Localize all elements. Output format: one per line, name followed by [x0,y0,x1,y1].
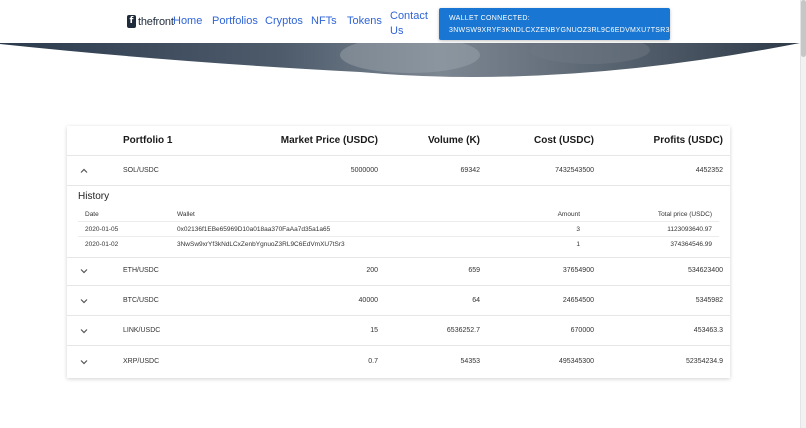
history-row: 2020-01-02 3NwSw9xrYf3kNdLCxZenbYgnuoZ3R… [78,237,719,252]
pair-cell: LINK/USDC [123,327,161,334]
nav-link-home[interactable]: Home [173,15,202,27]
portfolio-table: Portfolio 1 Market Price (USDC) Volume (… [67,126,730,378]
table-row[interactable]: SOL/USDC 5000000 69342 7432543500 445235… [67,156,730,186]
cost-cell: 37654900 [562,267,594,274]
history-total-cell: 374364546.99 [670,241,712,248]
pair-cell: BTC/USDC [123,297,159,304]
market-price-cell: 200 [366,267,378,274]
nav-link-portfolios[interactable]: Portfolios [212,15,258,27]
history-amount-cell: 1 [576,241,580,248]
table-row[interactable]: LINK/USDC 15 6536252.7 670000 453463.3 [67,316,730,346]
logo-text: thefront [138,15,174,28]
history-amount-cell: 3 [576,226,580,233]
volume-cell: 69342 [460,167,480,174]
history-wallet-cell: 0x02136f1EBe65969D10a018aa370FaAa7d35a1a… [177,226,331,233]
chevron-down-icon[interactable] [79,296,89,306]
table-row[interactable]: ETH/USDC 200 659 37654900 534623400 [67,256,730,286]
chevron-up-icon[interactable] [79,166,89,176]
chevron-down-icon[interactable] [79,357,89,367]
history-column-date: Date [85,211,99,218]
page-scrollbar-thumb[interactable] [801,0,806,57]
nav-link-nfts[interactable]: NFTs [311,15,337,27]
profits-cell: 453463.3 [693,327,723,334]
cost-cell: 24654500 [562,297,594,304]
pair-cell: XRP/USDC [123,358,160,365]
market-price-cell: 15 [370,327,378,334]
history-total-cell: 1123093640.97 [667,226,712,233]
history-column-wallet: Wallet [177,211,195,218]
profits-cell: 534623400 [687,267,723,274]
wallet-address: 3NWSW9XRYF3KNDLCXZENBYGNUOZ3RL9C6EDVMXU7… [449,27,670,34]
nav-link-tokens[interactable]: Tokens [347,15,382,27]
chevron-down-icon[interactable] [79,266,89,276]
column-header-portfolio: Portfolio 1 [123,135,173,146]
chevron-down-icon[interactable] [79,326,89,336]
history-header-row: Date Wallet Amount Total price (USDC) [78,207,719,222]
volume-cell: 6536252.7 [446,327,480,334]
history-date-cell: 2020-01-02 [85,241,119,248]
pair-cell: ETH/USDC [123,267,159,274]
market-price-cell: 5000000 [350,167,378,174]
column-header-market-price: Market Price (USDC) [280,135,378,146]
table-row[interactable]: BTC/USDC 40000 64 24654500 5345982 [67,286,730,316]
top-navbar: f thefront Home Portfolios Cryptos NFTs … [0,0,800,43]
nav-contact-line2: Us [390,25,404,37]
market-price-cell: 40000 [358,297,378,304]
column-header-profits: Profits (USDC) [653,135,723,146]
volume-cell: 659 [468,267,480,274]
logo-mark-icon: f [127,15,136,28]
page: f thefront Home Portfolios Cryptos NFTs … [0,0,806,428]
nav-contact-line1: Contact [390,10,428,22]
nav-link-contact[interactable]: Contact Us [390,9,430,39]
wallet-status-label: WALLET CONNECTED: [449,15,530,22]
history-row: 2020-01-05 0x02136f1EBe65969D10a018aa370… [78,222,719,237]
history-date-cell: 2020-01-05 [85,226,119,233]
market-price-cell: 0.7 [368,358,378,365]
column-header-volume: Volume (K) [427,135,480,146]
page-scrollbar-track[interactable] [800,0,806,428]
table-row[interactable]: XRP/USDC 0.7 54353 495345300 52354234.9 [67,347,730,377]
column-header-cost: Cost (USDC) [534,135,594,146]
pair-cell: SOL/USDC [123,167,159,174]
history-title: History [78,191,110,202]
history-wallet-cell: 3NwSw9xrYf3kNdLCxZenbYgnuoZ3RL9C6EdVmXU7… [177,241,345,248]
profits-cell: 52354234.9 [686,358,723,365]
profits-cell: 4452352 [695,167,723,174]
cost-cell: 495345300 [558,358,594,365]
table-header: Portfolio 1 Market Price (USDC) Volume (… [67,126,730,156]
volume-cell: 64 [472,297,480,304]
cost-cell: 7432543500 [555,167,594,174]
history-column-amount: Amount [557,211,580,218]
nav-link-cryptos[interactable]: Cryptos [265,15,303,27]
brand-logo[interactable]: f thefront [127,15,174,28]
cost-cell: 670000 [570,327,594,334]
volume-cell: 54353 [460,358,480,365]
history-panel: History Date Wallet Amount Total price (… [67,186,730,258]
profits-cell: 5345982 [695,297,723,304]
history-column-total-price: Total price (USDC) [657,211,712,218]
wallet-connected-button[interactable]: WALLET CONNECTED: 3NWSW9XRYF3KNDLCXZENBY… [439,8,670,40]
